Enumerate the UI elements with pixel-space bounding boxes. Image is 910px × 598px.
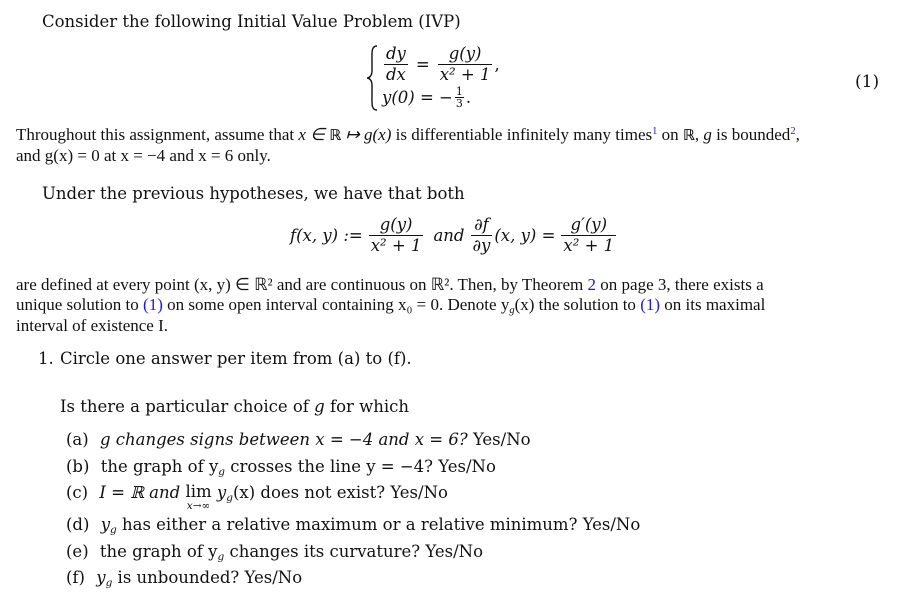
rhs-denominator: x² + 1 — [437, 63, 493, 84]
f-definition-lhs: f(x, y) := — [290, 226, 363, 245]
partial-fraction: ∂f ∂y — [470, 215, 493, 255]
theorem-link[interactable]: 2 — [588, 275, 597, 294]
partial-numerator: ∂f — [474, 215, 489, 234]
derivative-fraction: g′(y) x² + 1 — [561, 215, 617, 255]
item-text: crosses the line y = −4? — [225, 457, 439, 476]
partial-denominator: ∂y — [470, 235, 493, 255]
text: is bounded — [711, 125, 791, 144]
question-instruction: Circle one answer per item from (a) to (… — [60, 349, 412, 368]
text: on some open interval containing x₀ = 0.… — [162, 295, 510, 314]
hypotheses-intro: Under the previous hypotheses, we have t… — [42, 184, 465, 203]
question-number: 1. — [38, 349, 54, 368]
item-b: (b) the graph of yg crosses the line y =… — [66, 457, 496, 477]
f-denominator: x² + 1 — [368, 235, 424, 255]
existence-line-1: are defined at every point (x, y) ∈ ℝ² a… — [16, 274, 764, 295]
subscript: g — [226, 492, 233, 504]
item-label: (b) — [66, 457, 90, 476]
reals-symbol: ℝ — [682, 126, 695, 144]
item-c: (c) I = ℝ and lim x→∞ yg(x) does not exis… — [66, 482, 448, 512]
assumptions-line-1: Throughout this assignment, assume that … — [16, 124, 800, 146]
item-text: changes its curvature? — [224, 542, 426, 561]
equals: = — [415, 54, 430, 74]
f-numerator: g(y) — [379, 215, 413, 234]
ivp-ode: dy dx = g(y) x² + 1 , — [382, 44, 500, 84]
and-word: and — [433, 226, 465, 245]
math: x ∈ — [298, 125, 330, 144]
math: g — [314, 397, 325, 416]
ivp-initial-condition: y(0) = − 1 3 . — [382, 84, 500, 110]
text: , — [795, 125, 800, 144]
item-label: (d) — [66, 515, 90, 534]
item-label: (c) — [66, 483, 89, 502]
derivative-numerator: g′(y) — [570, 215, 608, 234]
item-text: y — [211, 483, 227, 502]
item-a: (a) g changes signs between x = −4 and x… — [66, 430, 531, 449]
item-label: (a) — [66, 430, 89, 449]
assumptions-line-2: and g(x) = 0 at x = −4 and x = 6 only. — [16, 146, 271, 165]
definitions-display: f(x, y) := g(y) x² + 1 and ∂f ∂y (x, y) … — [290, 216, 618, 255]
derivative-denominator: x² + 1 — [561, 235, 617, 255]
lim-text: lim — [185, 482, 212, 501]
item-e: (e) the graph of yg changes its curvatur… — [66, 542, 483, 562]
one-third-fraction: 1 3 — [454, 84, 464, 110]
math: g — [703, 125, 712, 144]
yes-no-choice[interactable]: Yes/No — [438, 457, 496, 476]
rhs-fraction: g(y) x² + 1 — [437, 43, 493, 84]
equation-link[interactable]: (1) — [640, 295, 660, 314]
equation-link[interactable]: (1) — [143, 295, 163, 314]
item-text: has either a relative maximum or a relat… — [116, 515, 583, 534]
text: unique solution to — [16, 295, 144, 314]
subscript: g — [110, 524, 117, 536]
period: . — [465, 87, 472, 107]
item-label: (f) — [66, 568, 85, 587]
yes-no-choice[interactable]: Yes/No — [425, 542, 483, 561]
text: is differentiable infinitely many times — [391, 125, 653, 144]
existence-line-3: interval of existence I. — [16, 316, 168, 335]
text: (x) the solution to — [514, 295, 641, 314]
item-text: the graph of y — [99, 542, 218, 561]
text: on its maximal — [660, 295, 766, 314]
frac-num: 1 — [455, 84, 463, 98]
dy-dx-fraction: dy dx — [384, 43, 408, 84]
yes-no-choice[interactable]: Yes/No — [473, 430, 531, 449]
text: on — [657, 125, 683, 144]
left-brace — [366, 45, 378, 111]
item-text: (x) does not exist? — [232, 483, 391, 502]
item-text: is unbounded? — [112, 568, 245, 587]
text: Throughout this assignment, assume that — [16, 125, 299, 144]
item-text: I = ℝ and — [99, 483, 186, 502]
text: Is there a particular choice of — [60, 397, 315, 416]
lim-subscript: x→∞ — [186, 500, 211, 512]
item-text: the graph of y — [100, 457, 219, 476]
dy: dy — [386, 43, 406, 63]
text: for which — [324, 397, 410, 416]
yes-no-choice[interactable]: Yes/No — [583, 515, 641, 534]
item-f: (f) yg is unbounded? Yes/No — [66, 568, 303, 588]
yes-no-choice[interactable]: Yes/No — [390, 483, 448, 502]
item-text: g changes signs between x = −4 and x = 6… — [99, 430, 473, 449]
initial-lhs: y(0) = − — [382, 87, 453, 107]
equation-number: (1) — [855, 72, 880, 92]
partial-args: (x, y) = — [494, 226, 556, 245]
text: are defined at every point (x, y) ∈ ℝ² a… — [16, 275, 588, 294]
item-text: y — [96, 568, 106, 587]
item-text: y — [100, 515, 111, 534]
frac-den: 3 — [454, 96, 464, 110]
existence-line-2: unique solution to (1) on some open inte… — [16, 294, 766, 316]
text: on page 3, there exists a — [596, 275, 764, 294]
intro-text: Consider the following Initial Value Pro… — [42, 12, 461, 31]
item-d: (d) yg has either a relative maximum or … — [66, 515, 641, 536]
reals-symbol: ℝ — [329, 126, 342, 144]
dx: dx — [384, 63, 408, 84]
item-label: (e) — [66, 542, 89, 561]
comma: , — [494, 54, 500, 74]
rhs-numerator: g(y) — [448, 43, 482, 63]
math: ↦ g(x) — [341, 125, 392, 144]
limit-operator: lim x→∞ — [185, 482, 212, 512]
question-prompt: Is there a particular choice of g for wh… — [60, 397, 409, 416]
yes-no-choice[interactable]: Yes/No — [245, 568, 303, 587]
ivp-system: dy dx = g(y) x² + 1 , y(0) = − 1 3 . — [382, 44, 500, 110]
f-fraction: g(y) x² + 1 — [368, 215, 424, 255]
